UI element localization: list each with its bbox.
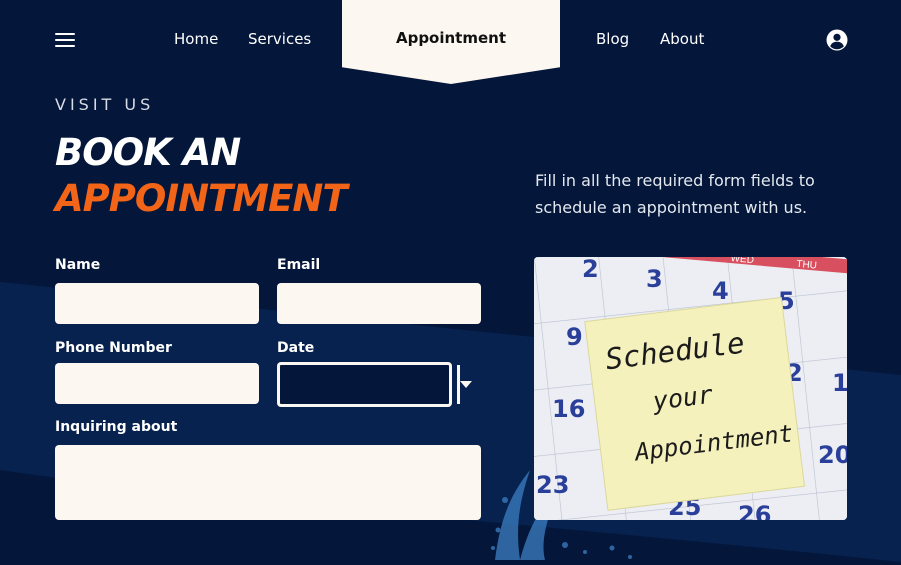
calendar-number: 23: [536, 471, 569, 499]
phone-input[interactable]: [55, 363, 259, 404]
description-text: Fill in all the required form fields to …: [535, 171, 815, 217]
date-dropdown-button[interactable]: [457, 365, 472, 404]
calendar-number: 9: [566, 323, 583, 351]
eyebrow-text: VISIT US: [55, 95, 155, 114]
nav-appointment-label: Appointment: [395, 29, 507, 47]
date-label: Date: [277, 340, 315, 356]
title-line-1: BOOK AN: [55, 131, 241, 174]
inquiry-textarea[interactable]: [55, 445, 481, 520]
calendar-number: 2: [582, 257, 599, 283]
calendar-number: 20: [818, 441, 847, 469]
title-line-2: APPOINTMENT: [55, 177, 348, 220]
calendar-number: 1: [832, 369, 847, 397]
email-label: Email: [277, 257, 321, 273]
calendar-note-illustration: WED THU 2 3 4 5 9 2 1 16 20 23 25 26 Sch…: [534, 257, 847, 520]
phone-label: Phone Number: [55, 340, 172, 356]
calendar-number: 16: [552, 395, 585, 423]
nav-services[interactable]: Services: [248, 30, 311, 48]
name-input[interactable]: [55, 283, 259, 324]
date-input[interactable]: [280, 365, 457, 404]
nav-about[interactable]: About: [660, 30, 704, 48]
calendar-number: 4: [712, 277, 729, 305]
schedule-appointment-image: WED THU 2 3 4 5 9 2 1 16 20 23 25 26 Sch…: [534, 257, 847, 520]
hamburger-menu-icon[interactable]: [55, 33, 75, 47]
email-input[interactable]: [277, 283, 481, 324]
inquiry-label: Inquiring about: [55, 419, 178, 435]
main-navigation: Home Services Appointment Blog About: [0, 0, 901, 85]
nav-home[interactable]: Home: [174, 30, 218, 48]
calendar-number: 26: [738, 501, 771, 520]
page-title: BOOK AN APPOINTMENT: [55, 130, 348, 222]
user-account-icon[interactable]: [826, 29, 848, 51]
calendar-number: 3: [646, 265, 663, 293]
name-label: Name: [55, 257, 101, 273]
nav-blog[interactable]: Blog: [596, 30, 629, 48]
date-picker: [277, 362, 472, 407]
caret-down-icon: [460, 380, 472, 388]
calendar-day-thu: THU: [796, 259, 817, 272]
nav-appointment-active[interactable]: Appointment: [342, 0, 560, 84]
